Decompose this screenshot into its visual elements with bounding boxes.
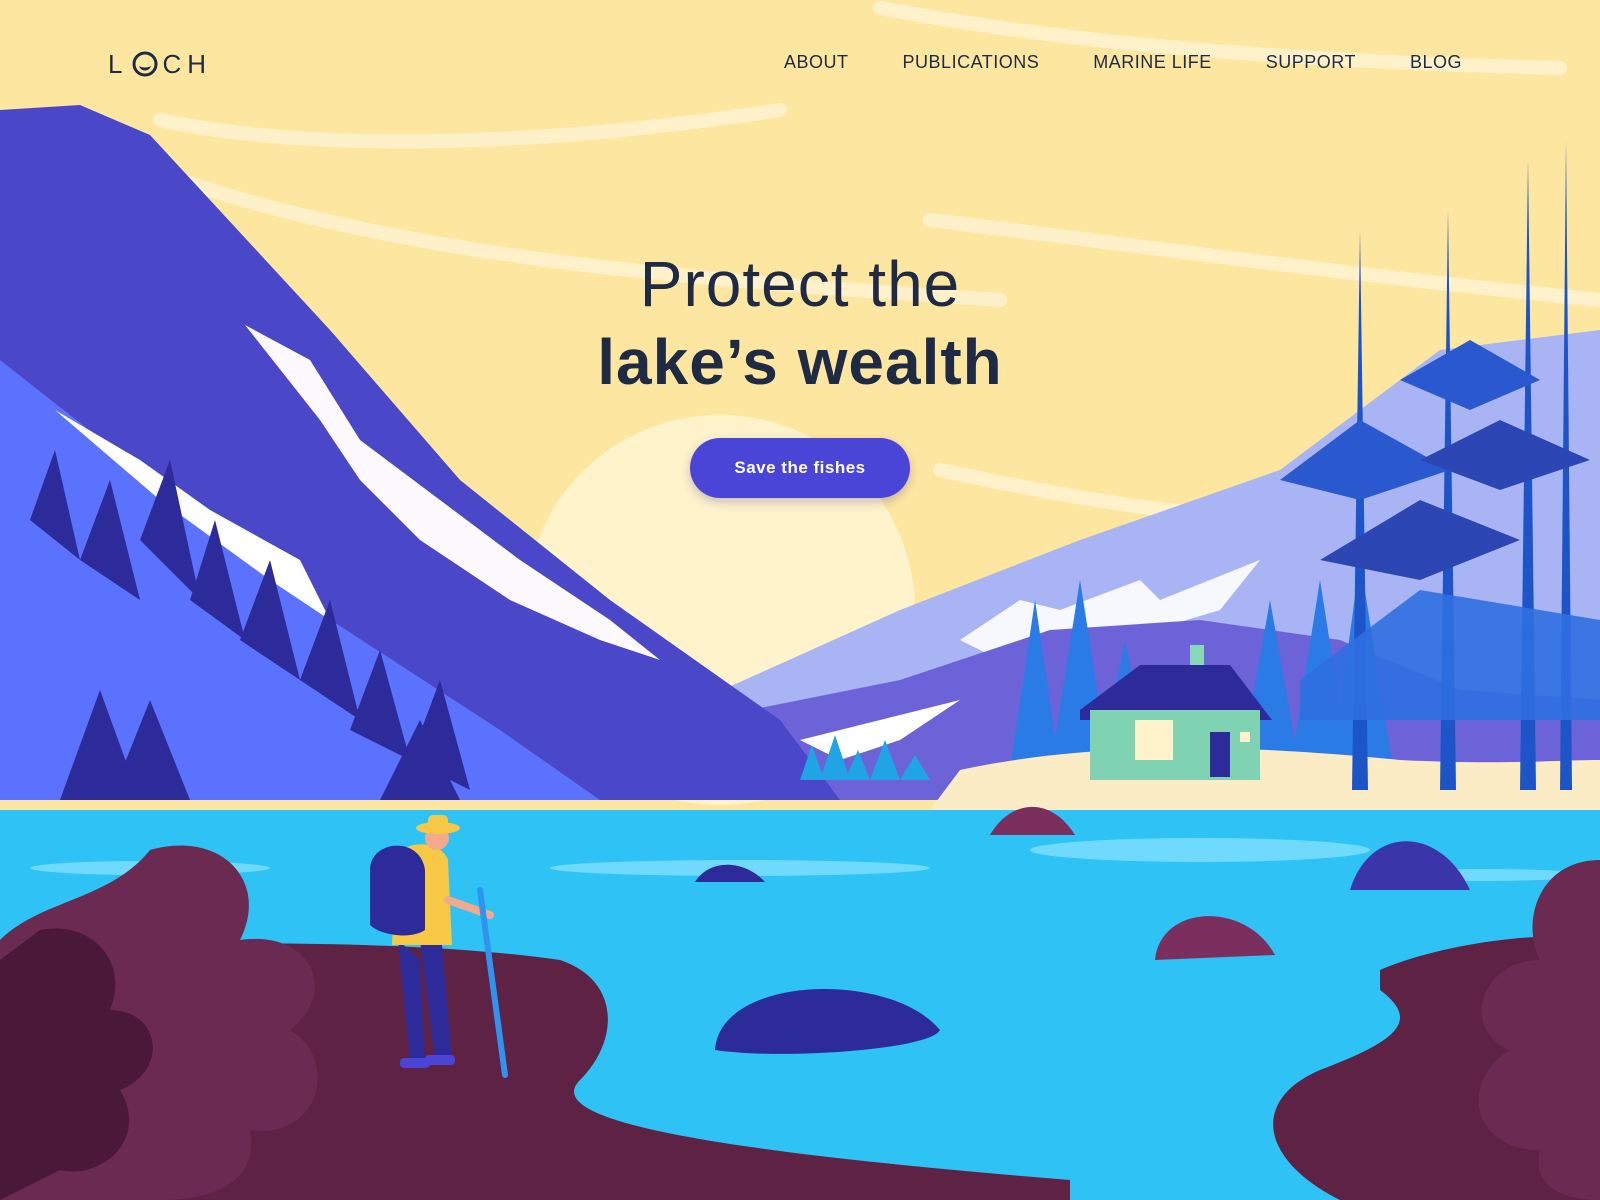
site-header: L CH ABOUT PUBLICATIONS MARINE LIFE SUPP… <box>0 0 1600 130</box>
main-nav: ABOUT PUBLICATIONS MARINE LIFE SUPPORT B… <box>784 52 1462 73</box>
hero-section: Protect the lake’s wealth <box>0 245 1600 401</box>
nav-item-support[interactable]: SUPPORT <box>1266 52 1356 73</box>
nav-item-marine-life[interactable]: MARINE LIFE <box>1093 52 1212 73</box>
site-logo[interactable]: L CH <box>108 48 212 80</box>
nav-item-publications[interactable]: PUBLICATIONS <box>903 52 1040 73</box>
logo-text-end: CH <box>162 48 213 79</box>
hero-illustration <box>0 0 1600 1200</box>
save-the-fishes-button[interactable]: Save the fishes <box>690 438 910 498</box>
logo-mark-icon <box>132 51 158 77</box>
nav-item-about[interactable]: ABOUT <box>784 52 849 73</box>
hero-headline-line1: Protect the <box>639 248 961 320</box>
logo-text-start: L <box>108 48 129 79</box>
nav-item-blog[interactable]: BLOG <box>1410 52 1462 73</box>
hero-headline-line2: lake’s wealth <box>597 326 1003 398</box>
